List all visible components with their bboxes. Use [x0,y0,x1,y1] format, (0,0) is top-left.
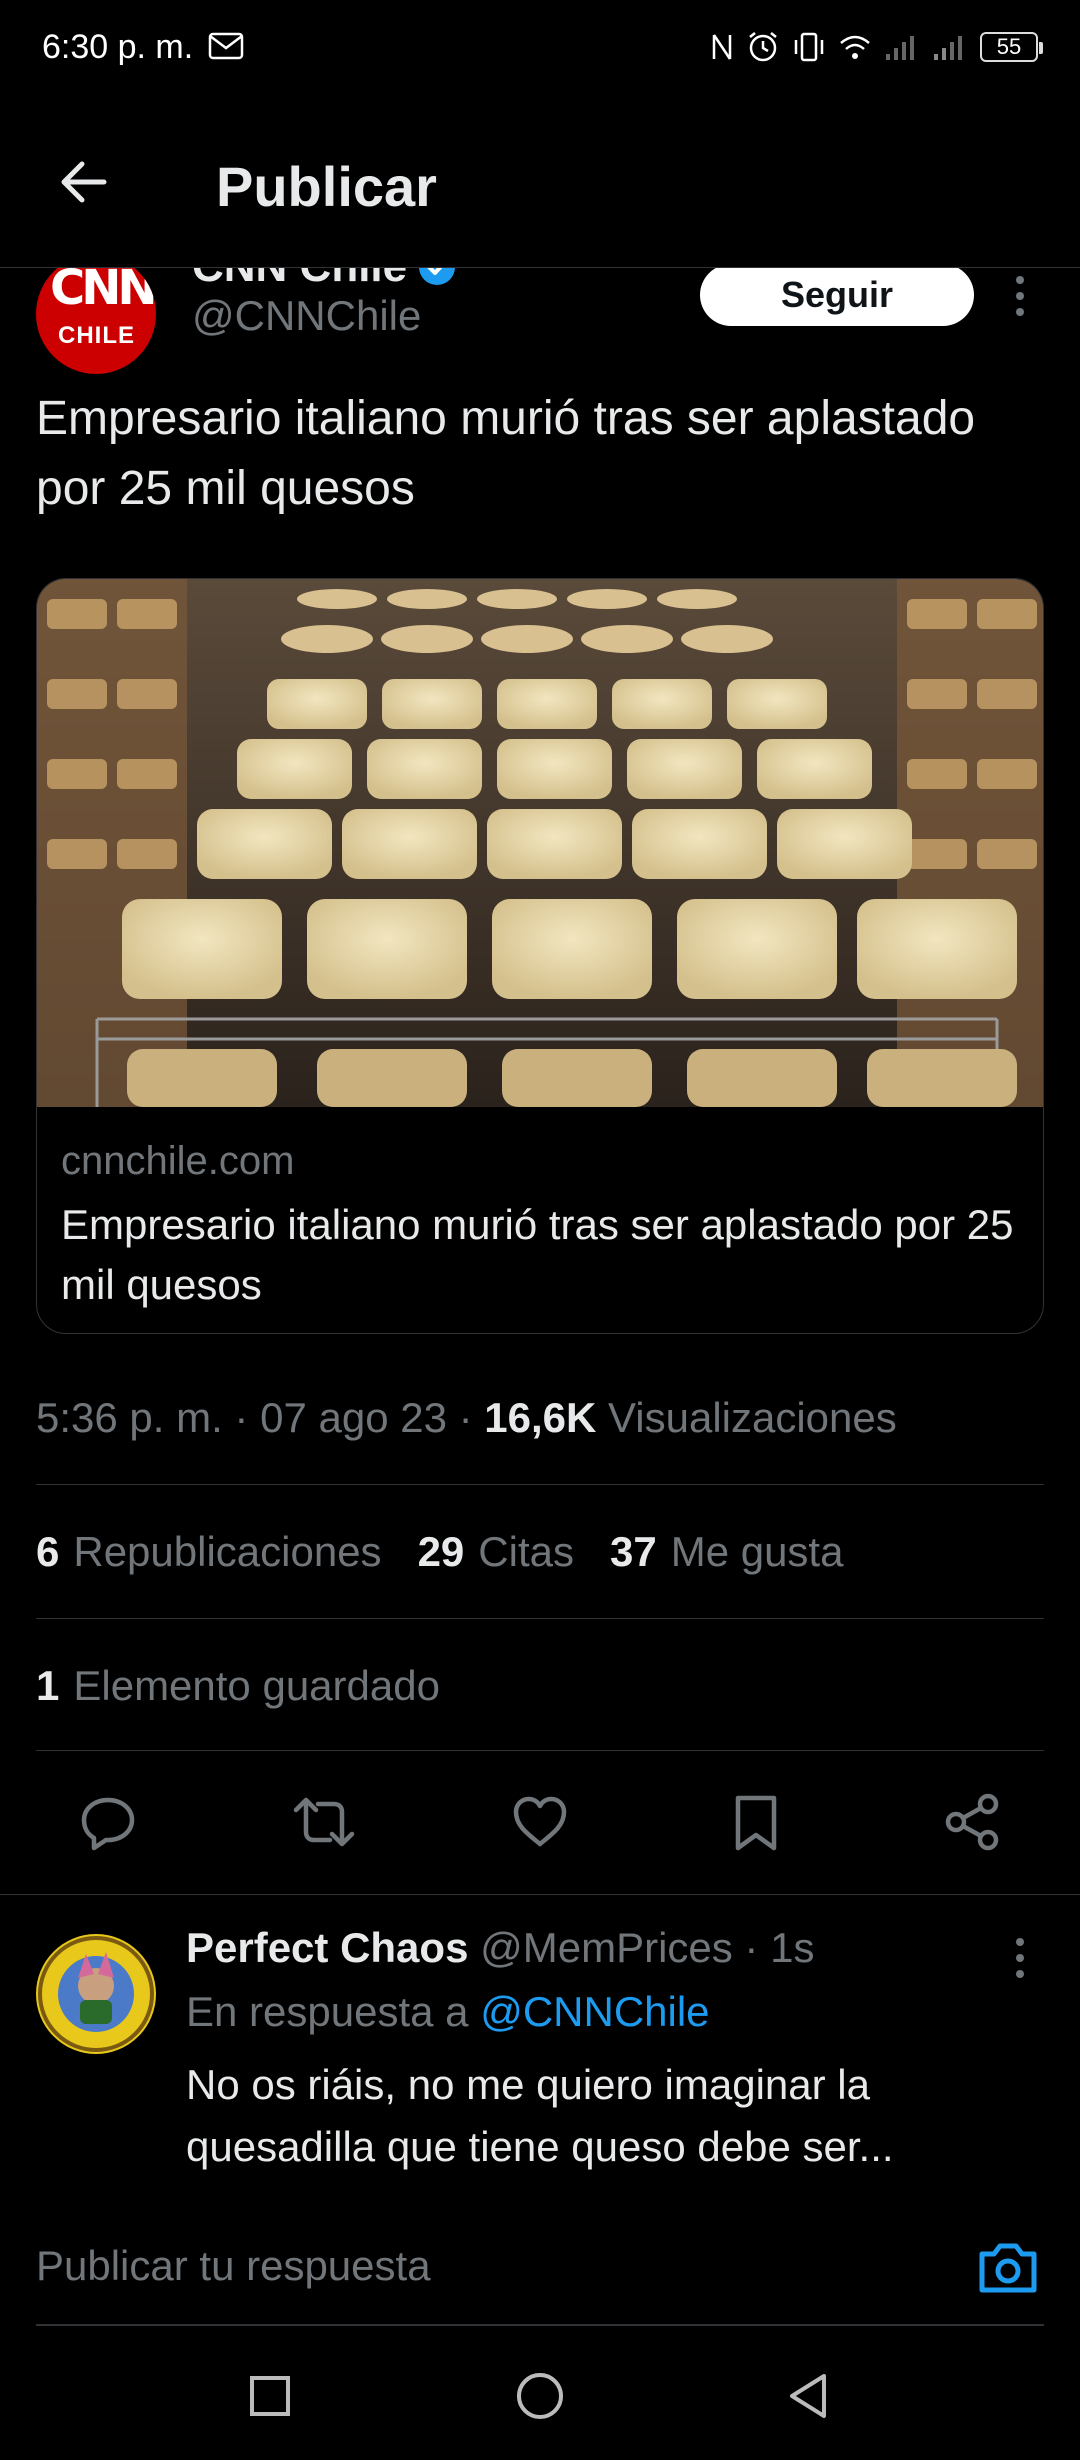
cnn-logo: CNN [50,268,156,316]
divider [36,1618,1044,1619]
system-navigation-bar [0,2340,1080,2460]
author-name-row[interactable]: CNN Chile [192,268,457,292]
link-card[interactable]: cnnchile.com Empresario italiano murió t… [36,578,1044,1334]
cheese-wheels-image [37,579,1043,1107]
follow-button[interactable]: Seguir [700,268,974,326]
signal-icon [934,36,962,60]
reply-composer: Publicar tu respuesta [0,2190,1080,2330]
more-options-icon[interactable] [1010,1930,1030,1990]
reposts-count: 6 [36,1528,60,1575]
bookmark-icon[interactable] [724,1790,788,1854]
tweet-meta: 5:36 p. m. · 07 ago 23 · 16,6K Visualiza… [36,1394,897,1441]
status-bar: 6:30 p. m. 55 [0,0,1080,100]
reply-context: En respuesta a @CNNChile [186,1988,710,2036]
quotes-label: Citas [478,1528,574,1575]
reply-mention-link[interactable]: @CNNChile [480,1988,709,2035]
views-count: 16,6K [484,1394,597,1441]
reply-header: Perfect Chaos @MemPrices · 1s [186,1924,815,1971]
page-title: Publicar [216,155,437,218]
likes-count: 37 [609,1528,657,1575]
reposts-label: Republicaciones [73,1528,382,1575]
wifi-icon [840,35,870,59]
nfc-icon [712,34,732,60]
card-domain: cnnchile.com [61,1139,295,1183]
like-icon[interactable] [508,1790,572,1854]
status-time: 6:30 p. m. [42,28,194,66]
back-nav-icon[interactable] [780,2366,840,2426]
battery-icon: 55 [980,32,1043,62]
repost-icon[interactable] [292,1790,356,1854]
reply-context-prefix: En respuesta a [186,1988,469,2035]
quotes-count: 29 [417,1528,465,1575]
reply-input[interactable]: Publicar tu respuesta [36,2242,431,2290]
avatar[interactable]: CNN CHILE [36,268,156,374]
reply-time: 1s [770,1924,815,1971]
tweet-date: 07 ago 23 [260,1394,447,1441]
mail-icon [208,32,244,60]
reply-avatar-image [38,1936,154,2052]
reply-author-name[interactable]: Perfect Chaos [186,1924,468,1971]
more-options-icon[interactable] [1010,268,1030,328]
tweet-stats: 6 Republicaciones 29 Citas 37 Me gusta [36,1528,843,1576]
avatar[interactable] [36,1934,156,2054]
reply-text: No os riáis, no me quiero imaginar la qu… [186,2061,894,2170]
divider [0,1894,1080,1895]
header: Publicar [0,100,1080,268]
bookmarks-stat[interactable]: 1 Elemento guardado [36,1662,440,1710]
home-icon[interactable] [510,2366,570,2426]
status-icons: 55 [710,30,1043,64]
divider [36,1750,1044,1751]
signal-icon [886,36,914,60]
views-label: Visualizaciones [608,1394,897,1441]
saved-count: 1 [36,1662,60,1709]
quotes-stat[interactable]: 29 Citas [418,1528,574,1576]
composer-underline [36,2324,1044,2326]
tweet-text: Empresario italiano murió tras ser aplas… [36,392,976,515]
share-icon[interactable] [940,1790,1004,1854]
camera-icon[interactable] [976,2240,1040,2296]
author-handle[interactable]: @CNNChile [192,292,421,340]
avatar-subtitle: CHILE [58,322,135,349]
author-name: CNN Chile [192,268,407,292]
vibrate-icon [794,32,824,62]
reply-icon[interactable] [76,1790,140,1854]
tweet-author-row: CNN CHILE CNN Chile @CNNChile Seguir [0,268,1080,378]
reply-author-handle[interactable]: @MemPrices [480,1924,733,1971]
card-title: Empresario italiano murió tras ser aplas… [61,1201,1014,1308]
alarm-icon [749,32,777,62]
tweet-time: 5:36 p. m. [36,1394,223,1441]
likes-label: Me gusta [670,1528,844,1575]
verified-badge-icon [419,268,456,285]
tweet-actions [0,1790,1080,1860]
saved-label: Elemento guardado [73,1662,440,1709]
back-arrow-icon[interactable] [54,152,114,212]
reposts-stat[interactable]: 6 Republicaciones [36,1528,382,1576]
likes-stat[interactable]: 37 Me gusta [610,1528,843,1576]
divider [36,1484,1044,1485]
recent-apps-icon[interactable] [240,2366,300,2426]
